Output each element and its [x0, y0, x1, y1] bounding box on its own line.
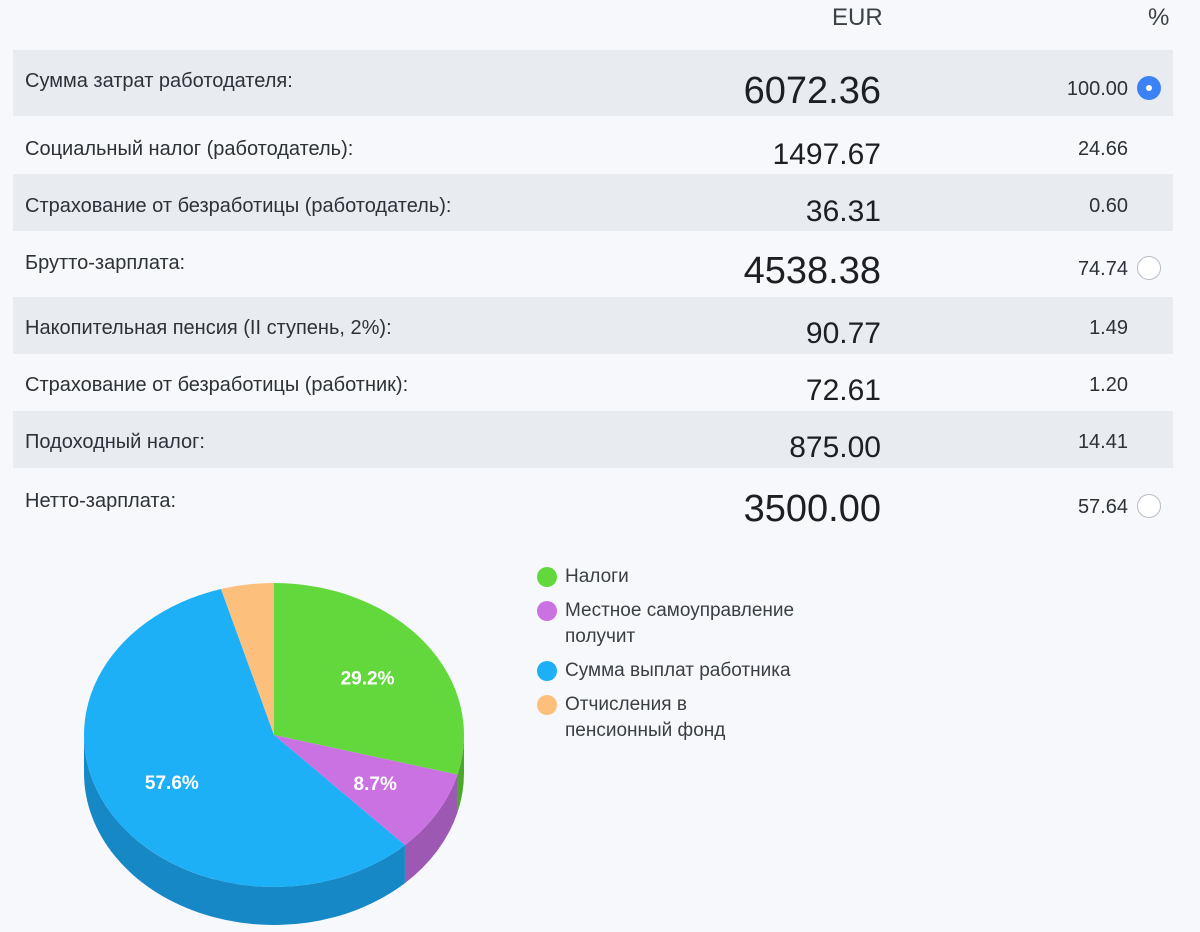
row-eur-value: 90.77 [805, 317, 881, 350]
radio-gross-salary[interactable] [1137, 256, 1161, 280]
row-label: Подоходный налог: [25, 431, 205, 453]
row-unemployment-insurance-employer: Страхование от безработицы (работодатель… [13, 174, 1173, 231]
row-eur-value: 72.61 [805, 374, 881, 407]
row-label: Нетто-зарплата: [25, 490, 176, 512]
legend-color-dot [537, 567, 557, 587]
row-employer-total-cost: Сумма затрат работодателя: 6072.36 100.0… [13, 50, 1173, 116]
row-net-salary: Нетто-зарплата: 3500.00 57.64 [13, 468, 1173, 538]
legend-item-local-government[interactable]: Местное самоуправление получит [537, 598, 797, 650]
row-percent-value: 1.49 [1089, 317, 1128, 339]
currency-column-header: EUR [832, 4, 883, 31]
salary-breakdown-table: Сумма затрат работодателя: 6072.36 100.0… [13, 50, 1173, 538]
row-percent-value: 0.60 [1089, 195, 1128, 217]
row-percent-value: 100.00 [1066, 78, 1128, 100]
legend-item-pension-fund[interactable]: Отчисления в пенсионный фонд [537, 692, 797, 744]
row-percent-value: 74.74 [1077, 258, 1128, 280]
legend-color-dot [537, 601, 557, 621]
legend-label: Местное самоуправление получит [565, 600, 795, 647]
row-percent-value: 14.41 [1077, 431, 1128, 453]
row-label: Социальный налог (работодатель): [25, 138, 354, 160]
row-eur-value: 875.00 [789, 431, 881, 464]
pie-legend: Налоги Местное самоуправление получит Су… [537, 564, 797, 752]
row-label: Страхование от безработицы (работодатель… [25, 195, 452, 217]
percent-column-header: % [1148, 4, 1170, 31]
pie-data-label: 29.2% [341, 669, 395, 690]
row-label: Страхование от безработицы (работник): [25, 374, 409, 396]
legend-color-dot [537, 661, 557, 681]
row-label: Брутто-зарплата: [25, 252, 186, 274]
legend-label: Налоги [565, 566, 629, 587]
salary-pie-chart: 29.2% 8.7% 57.6% [83, 583, 464, 925]
row-label: Сумма затрат работодателя: [25, 70, 293, 92]
row-gross-salary: Брутто-зарплата: 4538.38 74.74 [13, 231, 1173, 297]
row-percent-value: 57.64 [1077, 496, 1128, 518]
legend-label: Сумма выплат работника [565, 660, 791, 681]
row-eur-value: 3500.00 [743, 488, 881, 530]
row-label: Накопительная пенсия (II ступень, 2%): [25, 317, 392, 339]
row-eur-value: 36.31 [805, 195, 881, 228]
row-unemployment-insurance-employee: Страхование от безработицы (работник): 7… [13, 354, 1173, 411]
legend-item-taxes[interactable]: Налоги [537, 564, 797, 590]
pie-data-label: 57.6% [145, 773, 199, 794]
row-eur-value: 6072.36 [743, 70, 881, 112]
radio-employer-total-cost[interactable] [1137, 76, 1161, 100]
row-percent-value: 1.20 [1089, 374, 1128, 396]
row-funded-pension: Накопительная пенсия (II ступень, 2%): 9… [13, 297, 1173, 354]
row-income-tax: Подоходный налог: 875.00 14.41 [13, 411, 1173, 468]
row-eur-value: 4538.38 [743, 250, 881, 292]
radio-net-salary[interactable] [1137, 494, 1161, 518]
row-percent-value: 24.66 [1077, 138, 1128, 160]
pie-data-label: 8.7% [354, 774, 397, 795]
legend-item-employee-payments[interactable]: Сумма выплат работника [537, 658, 797, 684]
row-social-tax-employer: Социальный налог (работодатель): 1497.67… [13, 116, 1173, 174]
legend-color-dot [537, 695, 557, 715]
legend-label: Отчисления в пенсионный фонд [565, 694, 726, 741]
row-eur-value: 1497.67 [772, 138, 881, 171]
